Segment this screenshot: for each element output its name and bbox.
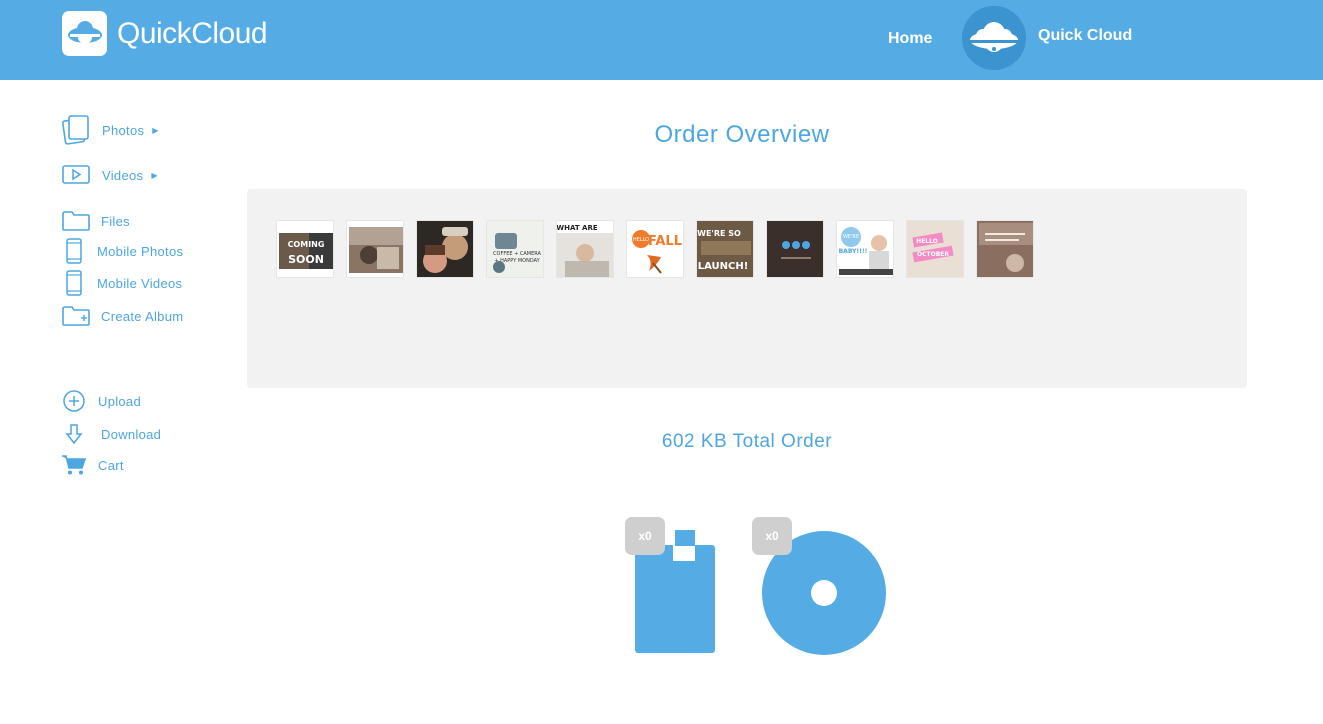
- sidebar-item-download[interactable]: Download: [60, 423, 161, 445]
- thumb-caption: WE'RE SO: [697, 229, 741, 238]
- order-thumbnail[interactable]: [416, 220, 474, 278]
- thumb-caption: HELLO: [633, 237, 649, 243]
- logo-text: QuickCloud: [117, 16, 268, 51]
- thumb-caption: SOON: [288, 253, 324, 266]
- quantity-badge: x0: [625, 517, 665, 555]
- plus-circle-icon: [60, 389, 88, 413]
- sidebar-item-label: Create Album: [101, 308, 184, 324]
- caret-right-icon: ▶: [151, 170, 158, 180]
- sidebar-item-mobile-photos[interactable]: Mobile Photos: [60, 238, 183, 264]
- usb-drive-product[interactable]: x0: [625, 517, 717, 655]
- thumb-caption: BABY!!!!: [839, 248, 868, 255]
- order-total: 602 KB Total Order: [661, 431, 833, 452]
- thumb-caption: OCTOBER: [917, 251, 949, 258]
- order-thumbnail[interactable]: WE'RE BABY!!!!: [836, 220, 894, 278]
- folder-icon: [60, 210, 92, 232]
- sidebar-item-label: Mobile Photos: [97, 243, 184, 259]
- sidebar-item-label: Mobile Videos: [97, 275, 183, 291]
- sidebar-item-label: Files: [101, 213, 130, 229]
- order-thumbnail[interactable]: [346, 220, 404, 278]
- sidebar-item-cart[interactable]: Cart: [60, 454, 124, 476]
- sidebar-item-label: Cart: [98, 457, 124, 473]
- thumb-caption: LAUNCH!: [698, 261, 749, 272]
- thumb-caption: COMING: [288, 240, 325, 249]
- sidebar-item-videos[interactable]: Videos ▶: [60, 164, 158, 186]
- sidebar-item-label: Videos: [102, 167, 144, 183]
- top-header: QuickCloud Home Quick Cloud: [0, 0, 1323, 80]
- thumb-caption: FALL: [648, 234, 682, 249]
- page-title: Order Overview: [654, 121, 830, 148]
- app-logo[interactable]: QuickCloud: [62, 11, 268, 56]
- mobile-icon: [60, 270, 88, 296]
- download-arrow-icon: [60, 423, 88, 445]
- sidebar-item-label: Photos: [102, 122, 145, 138]
- folder-plus-icon: [60, 305, 92, 327]
- sidebar-item-mobile-videos[interactable]: Mobile Videos: [60, 270, 182, 296]
- thumb-caption: WE'RE: [843, 234, 859, 240]
- order-thumbnail[interactable]: COMING SOON: [276, 220, 334, 278]
- disc-product[interactable]: x0: [752, 517, 888, 657]
- sidebar-item-create-album[interactable]: Create Album: [60, 305, 183, 327]
- quantity-badge: x0: [752, 517, 792, 555]
- order-thumbnail[interactable]: HELLO FALL: [626, 220, 684, 278]
- sidebar-item-files[interactable]: Files: [60, 210, 130, 232]
- order-thumbnail[interactable]: WHAT ARE: [556, 220, 614, 278]
- nav-home-link[interactable]: Home: [888, 30, 932, 48]
- cloud-logo-icon: [62, 11, 107, 56]
- thumb-caption: WHAT ARE: [557, 224, 598, 232]
- photos-icon: [60, 114, 92, 146]
- sidebar-item-upload[interactable]: Upload: [60, 389, 141, 413]
- cloud-avatar-icon: [970, 22, 1018, 52]
- order-thumbnail[interactable]: COFFEE + CAMERA + HAPPY MONDAY: [486, 220, 544, 278]
- logo-text-cloud: Cloud: [191, 16, 268, 50]
- avatar[interactable]: [962, 6, 1026, 70]
- thumb-caption: HELLO: [916, 238, 938, 245]
- order-thumbnail-panel: COMING SOON COFFEE + CAMERA + HAPPY MOND…: [247, 189, 1247, 388]
- order-thumbnail[interactable]: [766, 220, 824, 278]
- thumb-caption: + HAPPY MONDAY: [494, 258, 540, 264]
- cart-icon: [60, 454, 88, 476]
- sidebar-item-label: Download: [101, 426, 162, 442]
- caret-right-icon: ▶: [152, 125, 159, 135]
- user-name[interactable]: Quick Cloud: [1038, 27, 1132, 45]
- order-thumbnail[interactable]: WE'RE SO LAUNCH!: [696, 220, 754, 278]
- mobile-icon: [60, 238, 88, 264]
- thumb-caption: COFFEE + CAMERA: [493, 251, 542, 257]
- sidebar-item-label: Upload: [98, 393, 141, 409]
- order-thumbnail[interactable]: [976, 220, 1034, 278]
- order-thumbnail[interactable]: HELLO OCTOBER: [906, 220, 964, 278]
- video-icon: [60, 164, 92, 186]
- logo-text-quick: Quick: [117, 16, 192, 50]
- sidebar-item-photos[interactable]: Photos ▶: [60, 114, 159, 146]
